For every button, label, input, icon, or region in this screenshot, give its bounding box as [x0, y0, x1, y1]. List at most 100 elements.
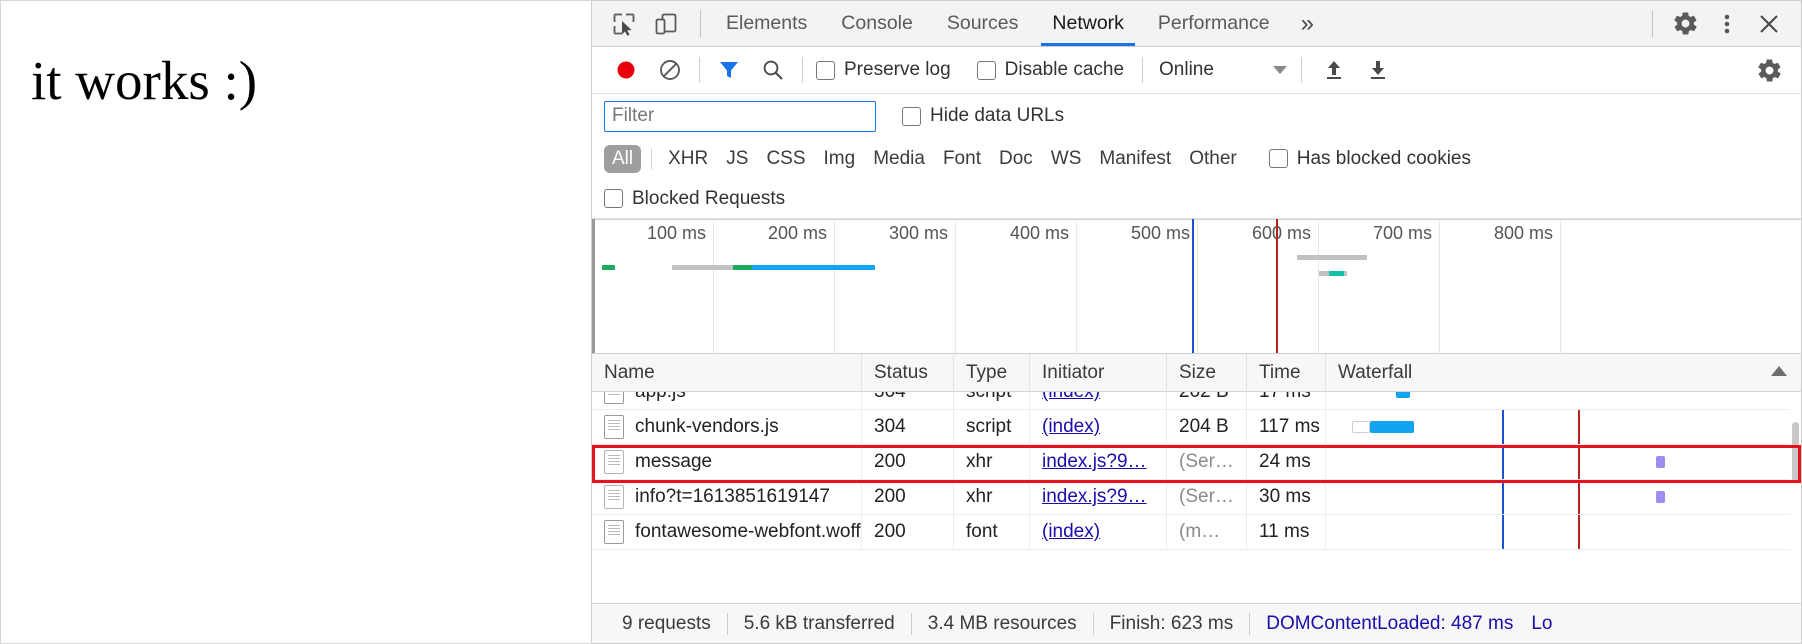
overview-gridline [1076, 219, 1077, 353]
type-filter-ws[interactable]: WS [1043, 145, 1090, 173]
overview-inner: 100 ms 200 ms 300 ms 400 ms 500 ms 600 m… [592, 219, 1801, 353]
record-red-circle-icon[interactable] [604, 50, 648, 90]
status-requests: 9 requests [622, 612, 711, 634]
type-filter-other[interactable]: Other [1181, 145, 1245, 173]
cell-initiator[interactable]: index.js?9… [1030, 445, 1167, 479]
cell-size: (Ser… [1167, 445, 1247, 479]
filter-input[interactable] [604, 100, 876, 132]
overview-tick-label: 200 ms [767, 223, 827, 243]
cell-status: 200 [862, 480, 954, 514]
import-har-up-arrow-icon[interactable] [1312, 50, 1356, 90]
waterfall-bar [1370, 421, 1414, 433]
cell-name[interactable]: fontawesome-webfont.woff2 [592, 515, 862, 549]
status-finish: Finish: 623 ms [1109, 612, 1234, 634]
page-body-text: it works :) [31, 50, 258, 111]
cell-type: script [954, 392, 1030, 409]
preserve-log-checkbox[interactable]: Preserve log [816, 59, 951, 81]
cell-initiator-link[interactable]: index.js?9… [1042, 451, 1147, 473]
devtools-tab-list: Elements Console Sources Network Perform… [709, 1, 1326, 46]
three-dots-vertical-icon[interactable] [1707, 5, 1747, 43]
cell-name[interactable]: chunk-vendors.js [592, 410, 862, 444]
cell-name-text: fontawesome-webfont.woff2 [635, 521, 862, 542]
filter-funnel-icon[interactable] [707, 50, 751, 90]
cell-initiator-link[interactable]: (index) [1042, 392, 1100, 403]
type-filter-font[interactable]: Font [935, 145, 989, 173]
type-filter-divider [651, 147, 653, 170]
column-header-size[interactable]: Size [1167, 354, 1247, 392]
table-row[interactable]: app.js 304 script (index) 202 B 17 ms [592, 392, 1801, 410]
tab-network[interactable]: Network [1035, 1, 1141, 46]
cell-name[interactable]: app.js [592, 392, 862, 409]
hide-data-urls-checkbox[interactable]: Hide data URLs [902, 105, 1064, 127]
clear-no-entry-icon[interactable] [648, 50, 692, 90]
table-row[interactable]: info?t=1613851619147 200 xhr index.js?9…… [592, 480, 1801, 515]
preserve-log-checkbox-box [816, 60, 835, 80]
type-filter-img[interactable]: Img [816, 145, 864, 173]
tabbar-left-icons [592, 1, 692, 46]
column-header-status[interactable]: Status [862, 354, 954, 392]
chevron-down-icon [1273, 66, 1288, 74]
blocked-requests-checkbox[interactable]: Blocked Requests [604, 188, 785, 210]
waterfall-queue-bar [1352, 421, 1370, 433]
type-filter-media[interactable]: Media [865, 145, 933, 173]
cell-initiator-link[interactable]: (index) [1042, 416, 1100, 438]
network-overview-timeline[interactable]: 100 ms 200 ms 300 ms 400 ms 500 ms 600 m… [592, 219, 1801, 354]
search-icon[interactable] [751, 50, 795, 90]
overview-tick-label: 500 ms [1130, 223, 1190, 243]
cell-size: (Ser… [1167, 480, 1247, 514]
table-row[interactable]: message 200 xhr index.js?9… (Ser… 24 ms [592, 445, 1801, 480]
type-filter-all[interactable]: All [604, 144, 642, 173]
tab-performance[interactable]: Performance [1141, 1, 1287, 46]
inspect-cursor-icon[interactable] [604, 5, 644, 43]
disable-cache-checkbox-box [976, 60, 996, 80]
tab-console[interactable]: Console [824, 1, 930, 46]
export-har-down-arrow-icon[interactable] [1356, 50, 1400, 90]
column-header-time[interactable]: Time [1247, 354, 1326, 392]
column-header-initiator[interactable]: Initiator [1030, 354, 1167, 392]
table-scrollbar-thumb[interactable] [1792, 422, 1799, 482]
cell-initiator[interactable]: (index) [1030, 515, 1167, 549]
table-row[interactable]: fontawesome-webfont.woff2 200 font (inde… [592, 515, 1801, 550]
device-toolbar-icon[interactable] [646, 5, 686, 43]
filter-row: Hide data URLs [592, 94, 1801, 138]
column-header-waterfall[interactable]: Waterfall [1326, 354, 1801, 392]
cell-initiator-link[interactable]: (index) [1042, 521, 1100, 543]
has-blocked-cookies-checkbox[interactable]: Has blocked cookies [1268, 148, 1471, 170]
column-header-name[interactable]: Name [592, 354, 862, 392]
tab-elements[interactable]: Elements [709, 1, 824, 46]
waterfall-dcl-line [1502, 515, 1504, 549]
cell-initiator[interactable]: index.js?9… [1030, 480, 1167, 514]
cell-initiator-link[interactable]: index.js?9… [1042, 486, 1147, 508]
cell-name[interactable]: info?t=1613851619147 [592, 480, 862, 514]
disable-cache-label: Disable cache [1004, 59, 1125, 80]
close-icon[interactable] [1749, 5, 1789, 43]
cell-time: 30 ms [1247, 480, 1326, 514]
network-settings-gear-icon[interactable] [1747, 50, 1791, 90]
table-scrollbar[interactable] [1790, 392, 1801, 603]
tab-elements-label: Elements [726, 12, 808, 34]
type-filter-manifest[interactable]: Manifest [1091, 145, 1179, 173]
waterfall-bar [1656, 491, 1665, 503]
gear-icon[interactable] [1665, 5, 1705, 43]
cell-name[interactable]: message [592, 445, 862, 479]
tabbar-right-icons [1652, 1, 1801, 46]
overview-left-marker [592, 219, 595, 353]
column-header-type[interactable]: Type [954, 354, 1030, 392]
type-filter-doc[interactable]: Doc [991, 145, 1041, 173]
cell-time: 24 ms [1247, 445, 1326, 479]
throttle-value: Online [1159, 59, 1214, 80]
throttle-dropdown[interactable]: Online [1153, 59, 1291, 81]
tab-performance-label: Performance [1157, 12, 1270, 34]
cell-initiator[interactable]: (index) [1030, 410, 1167, 444]
overview-tick-label: 700 ms [1372, 223, 1432, 243]
type-filter-js[interactable]: JS [718, 145, 756, 173]
cell-initiator[interactable]: (index) [1030, 392, 1167, 409]
table-header-row: Name Status Type Initiator Size Time Wat… [592, 354, 1801, 392]
overview-gridline [1439, 219, 1440, 353]
type-filter-xhr[interactable]: XHR [660, 145, 716, 173]
disable-cache-checkbox[interactable]: Disable cache [976, 59, 1125, 81]
type-filter-css[interactable]: CSS [758, 145, 813, 173]
tab-sources[interactable]: Sources [930, 1, 1036, 46]
tab-more-chevron-icon[interactable]: » [1287, 1, 1326, 46]
table-row[interactable]: chunk-vendors.js 304 script (index) 204 … [592, 410, 1801, 445]
